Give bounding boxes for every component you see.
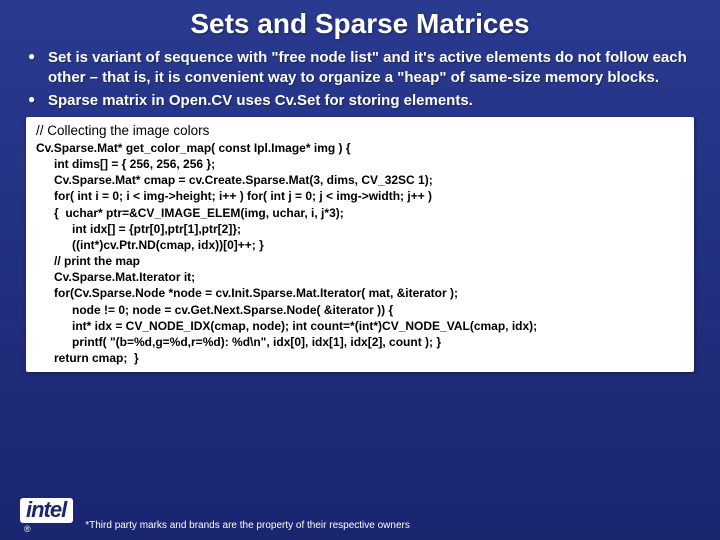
bullet-list: Set is variant of sequence with "free no… [20, 48, 700, 111]
logo: intel ® [20, 498, 73, 534]
code-line: Cv.Sparse.Mat* get_color_map( const Ipl.… [36, 140, 684, 156]
code-line: int* idx = CV_NODE_IDX(cmap, node); int … [36, 318, 684, 334]
code-line: for( int i = 0; i < img->height; i++ ) f… [36, 188, 684, 204]
code-line: Cv.Sparse.Mat* cmap = cv.Create.Sparse.M… [36, 172, 684, 188]
registered-mark: ® [24, 524, 31, 534]
code-line: for(Cv.Sparse.Node *node = cv.Init.Spars… [36, 285, 684, 301]
code-line: int idx[] = {ptr[0],ptr[1],ptr[2]}; [36, 221, 684, 237]
code-line: { uchar* ptr=&CV_IMAGE_ELEM(img, uchar, … [36, 205, 684, 221]
bullet-item: Set is variant of sequence with "free no… [48, 48, 690, 89]
intel-logo: intel [20, 498, 73, 523]
code-line: int dims[] = { 256, 256, 256 }; [36, 156, 684, 172]
slide: Sets and Sparse Matrices Set is variant … [0, 0, 720, 540]
footnote: *Third party marks and brands are the pr… [85, 520, 410, 534]
code-line: ((int*)cv.Ptr.ND(cmap, idx))[0]++; } [36, 237, 684, 253]
bullet-item: Sparse matrix in Open.CV uses Cv.Set for… [48, 91, 690, 111]
code-line: printf( "(b=%d,g=%d,r=%d): %d\n", idx[0]… [36, 334, 684, 350]
code-block: // Collecting the image colors Cv.Sparse… [26, 117, 694, 373]
code-line: return cmap; } [36, 350, 684, 366]
slide-title: Sets and Sparse Matrices [20, 8, 700, 40]
code-line: node != 0; node = cv.Get.Next.Sparse.Nod… [36, 302, 684, 318]
code-line: // print the map [36, 253, 684, 269]
code-line: Cv.Sparse.Mat.Iterator it; [36, 269, 684, 285]
code-comment: // Collecting the image colors [36, 123, 684, 138]
footer: intel ® *Third party marks and brands ar… [20, 498, 700, 534]
